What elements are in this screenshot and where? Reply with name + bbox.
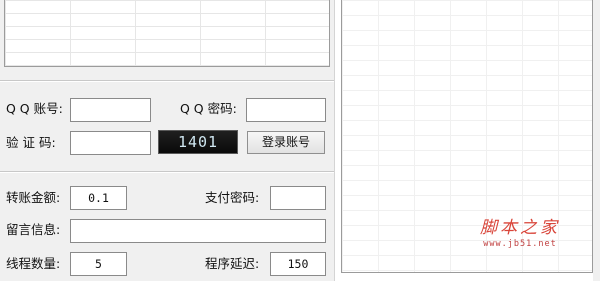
amount-input[interactable]: 0.1 (70, 186, 127, 210)
delay-input[interactable]: 150 (270, 252, 326, 276)
message-label: 留言信息: (6, 222, 61, 237)
captcha-label: 验 证 码: (6, 135, 56, 150)
pay-password-label: 支付密码: (205, 190, 260, 205)
amount-label: 转账金额: (6, 190, 61, 205)
qq-password-label: Q Q 密码: (180, 101, 237, 116)
pay-password-input[interactable] (270, 186, 326, 210)
left-panel: Q Q 账号: Q Q 密码: 验 证 码: 1401 登录账号 转账金额: 0… (0, 0, 335, 281)
delay-label: 程序延迟: (205, 256, 260, 271)
site-watermark: 脚本之家 www.jb51.net (470, 218, 570, 250)
section-divider (0, 171, 334, 173)
threads-input[interactable]: 5 (70, 252, 127, 276)
qq-account-input[interactable] (70, 98, 151, 122)
qq-password-input[interactable] (246, 98, 326, 122)
window-edge (593, 0, 600, 281)
threads-label: 线程数量: (6, 256, 61, 271)
watermark-main: 脚本之家 (480, 218, 560, 238)
section-divider (0, 80, 334, 82)
captcha-input[interactable] (70, 131, 151, 155)
login-button[interactable]: 登录账号 (247, 131, 325, 154)
watermark-url: www.jb51.net (483, 239, 557, 249)
captcha-image[interactable]: 1401 (158, 130, 238, 154)
qq-account-label: Q Q 账号: (6, 101, 63, 116)
account-list-grid[interactable] (4, 0, 330, 67)
message-input[interactable] (70, 219, 326, 243)
